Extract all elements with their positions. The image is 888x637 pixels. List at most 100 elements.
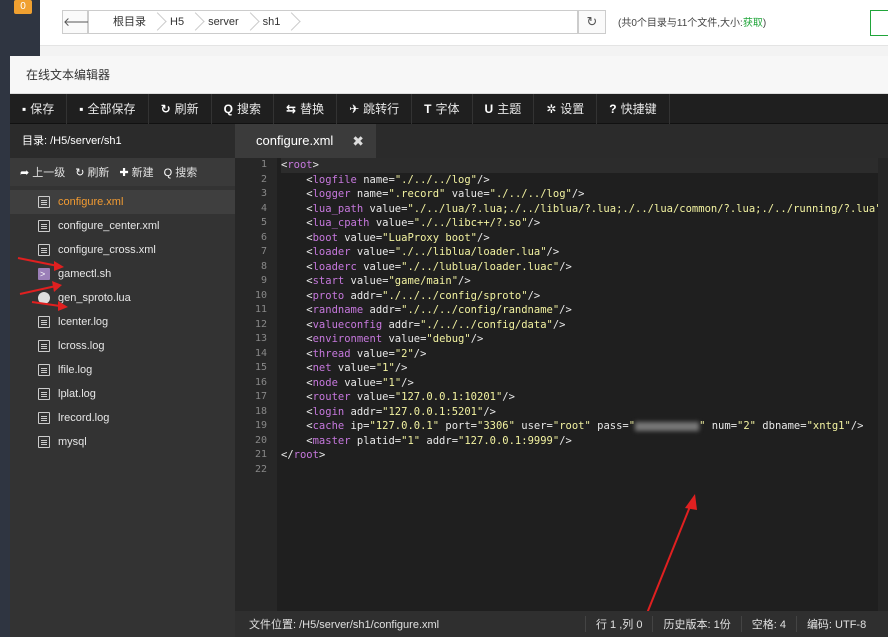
status-cursor-position[interactable]: 行 1 ,列 0 bbox=[585, 616, 652, 632]
code-line[interactable]: <start value="game/main"/> bbox=[281, 274, 888, 289]
code-token: "LuaProxy boot" bbox=[382, 231, 477, 244]
code-line[interactable]: <environment value="debug"/> bbox=[281, 332, 888, 347]
code-line[interactable] bbox=[281, 463, 888, 478]
file-item[interactable]: lcross.log bbox=[10, 334, 235, 358]
code-token: "127.0.0.1:9999" bbox=[458, 434, 560, 447]
code-line[interactable]: <proto addr="./../../config/sproto"/> bbox=[281, 289, 888, 304]
code-token: < bbox=[281, 304, 313, 316]
code-line[interactable]: </root> bbox=[281, 448, 888, 463]
replace-icon: ⇆ bbox=[286, 101, 297, 116]
code-line[interactable]: <loader value="./../liblua/loader.lua"/> bbox=[281, 245, 888, 260]
line-number: 13 bbox=[254, 333, 267, 344]
code-token: thread bbox=[312, 347, 351, 360]
code-line[interactable]: <net value="1"/> bbox=[281, 361, 888, 376]
code-line[interactable]: <master platid="1" addr="127.0.0.1:9999"… bbox=[281, 434, 888, 449]
tab-configure-xml[interactable]: configure.xml ✖ bbox=[235, 124, 376, 158]
toolbar-button-settings[interactable]: ✲ 设置 bbox=[534, 93, 598, 124]
vertical-scrollbar[interactable] bbox=[878, 158, 888, 611]
toolbar-button-search[interactable]: Q 搜索 bbox=[212, 93, 274, 124]
code-line[interactable]: <router value="127.0.0.1:10201"/> bbox=[281, 390, 888, 405]
toolbar-label: 主题 bbox=[497, 101, 522, 116]
toolbar-button-replace[interactable]: ⇆ 替换 bbox=[274, 93, 338, 124]
file-item[interactable]: configure.xml bbox=[10, 190, 235, 214]
file-action-search[interactable]: Q 搜索 bbox=[164, 164, 198, 180]
code-line[interactable]: <logfile name="./../../log"/> bbox=[281, 173, 888, 188]
code-line[interactable]: <valueconfig addr="./../../config/data"/… bbox=[281, 318, 888, 333]
breadcrumb-item-server[interactable]: server bbox=[196, 11, 251, 33]
code-token: /> bbox=[477, 231, 490, 244]
code-token: /> bbox=[401, 376, 414, 389]
code-token: < bbox=[281, 231, 313, 244]
code-token: < bbox=[281, 217, 313, 229]
goto-icon: ✈ bbox=[349, 101, 360, 116]
code-token: value= bbox=[337, 376, 383, 389]
search-icon: Q bbox=[163, 167, 173, 179]
status-indent[interactable]: 空格: 4 bbox=[740, 616, 796, 632]
code-token: < bbox=[281, 173, 313, 186]
file-item[interactable]: configure_center.xml bbox=[10, 214, 235, 238]
code-token: < bbox=[281, 376, 313, 389]
code-line[interactable]: <loaderc value="./../lublua/loader.luac"… bbox=[281, 260, 888, 275]
get-size-link[interactable]: 获取 bbox=[743, 18, 763, 29]
file-name: configure_center.xml bbox=[58, 220, 160, 232]
code-token: boot bbox=[312, 231, 338, 244]
code-line[interactable]: <node value="1"/> bbox=[281, 376, 888, 391]
code-token: value= bbox=[344, 275, 389, 287]
code-line[interactable]: <cache ip="127.0.0.1" port="3306" user="… bbox=[281, 419, 888, 434]
file-action-up[interactable]: ➦ 上一级 bbox=[20, 164, 65, 180]
close-icon[interactable]: ✖ bbox=[352, 124, 364, 158]
code-token: dbname= bbox=[755, 420, 807, 432]
line-number: 17 bbox=[254, 391, 267, 402]
code-line[interactable]: <root> bbox=[281, 158, 888, 173]
line-number: 15 bbox=[254, 362, 267, 373]
save-icon: ▪ bbox=[22, 101, 27, 116]
code-token: "./../lua/?.lua;./../liblua/?.lua;./../l… bbox=[407, 202, 882, 215]
code-editor[interactable]: 1 2 3 4 5 6 7 8 9 10 11 12 13 14 15 16 17 18 19 20 21 22 <roo… bbox=[235, 158, 888, 611]
code-token: "127.0.0.1:10201" bbox=[394, 391, 503, 403]
line-number: 5 bbox=[260, 217, 267, 228]
code-token: /> bbox=[559, 260, 572, 273]
status-file-path: 文件位置: /H5/server/sh1/configure.xml bbox=[249, 619, 440, 631]
status-encoding[interactable]: 编码: UTF-8 bbox=[795, 616, 876, 632]
breadcrumb-item-root[interactable]: 根目录 bbox=[89, 11, 158, 33]
code-token: "game/main" bbox=[388, 275, 459, 287]
status-history[interactable]: 历史版本: 1份 bbox=[652, 616, 740, 632]
code-line[interactable]: <logger name=".record" value="./../../lo… bbox=[281, 187, 888, 202]
upload-button[interactable] bbox=[870, 10, 888, 36]
code-line[interactable]: <login addr="127.0.0.1:5201"/> bbox=[281, 405, 888, 420]
code-line[interactable]: <randname addr="./../../config/randname"… bbox=[281, 303, 888, 318]
file-action-refresh[interactable]: ↻ 刷新 bbox=[75, 164, 109, 180]
breadcrumb: 根目录 H5 server sh1 bbox=[88, 10, 578, 34]
file-action-plus[interactable]: ✚ 新建 bbox=[119, 164, 153, 180]
editor-toolbar: ▪ 保存 ▪ 全部保存 ↻ 刷新 Q 搜索 ⇆ 替换 ✈ 跳转行 T 字体 U 主题 ✲ 设置? 快捷键 bbox=[10, 93, 888, 124]
back-button[interactable]: 🡐 bbox=[62, 10, 95, 34]
file-name: mysql bbox=[58, 436, 87, 448]
code-token: "127.0.0.1:5201" bbox=[382, 405, 484, 418]
code-line[interactable]: <lua_cpath value="./../libc++/?.so"/> bbox=[281, 216, 888, 231]
file-item[interactable]: lfile.log bbox=[10, 358, 235, 382]
toolbar-button-theme[interactable]: U 主题 bbox=[473, 93, 535, 124]
code-token: > bbox=[318, 449, 326, 461]
toolbar-button-font[interactable]: T 字体 bbox=[412, 93, 473, 124]
line-number: 21 bbox=[254, 449, 267, 460]
toolbar-button-shortcut[interactable]: ? 快捷键 bbox=[597, 93, 670, 124]
file-item[interactable]: mysql bbox=[10, 430, 235, 454]
refresh-button[interactable]: ↻ bbox=[578, 10, 606, 34]
toolbar-button-goto[interactable]: ✈ 跳转行 bbox=[337, 93, 413, 124]
code-token: < bbox=[281, 188, 313, 200]
code-lines[interactable]: <root> <logfile name="./../../log"/> <lo… bbox=[281, 158, 888, 477]
toolbar-button-save[interactable]: ▪ 保存 bbox=[10, 93, 68, 124]
code-line[interactable]: <thread value="2"/> bbox=[281, 347, 888, 362]
toolbar-button-save-all[interactable]: ▪ 全部保存 bbox=[67, 93, 149, 124]
code-token: addr= bbox=[363, 304, 402, 316]
file-item[interactable]: lrecord.log bbox=[10, 406, 235, 430]
code-line[interactable]: <lua_path value="./../lua/?.lua;./../lib… bbox=[281, 202, 888, 217]
file-item[interactable]: lplat.log bbox=[10, 382, 235, 406]
toolbar-label: 快捷键 bbox=[620, 101, 657, 116]
toolbar-button-refresh[interactable]: ↻ 刷新 bbox=[149, 93, 212, 124]
file-name: configure.xml bbox=[58, 196, 124, 208]
line-number: 4 bbox=[260, 202, 267, 214]
refresh-icon: ↻ bbox=[75, 167, 85, 179]
code-token: < bbox=[281, 260, 313, 273]
code-line[interactable]: <boot value="LuaProxy boot"/> bbox=[281, 231, 888, 246]
